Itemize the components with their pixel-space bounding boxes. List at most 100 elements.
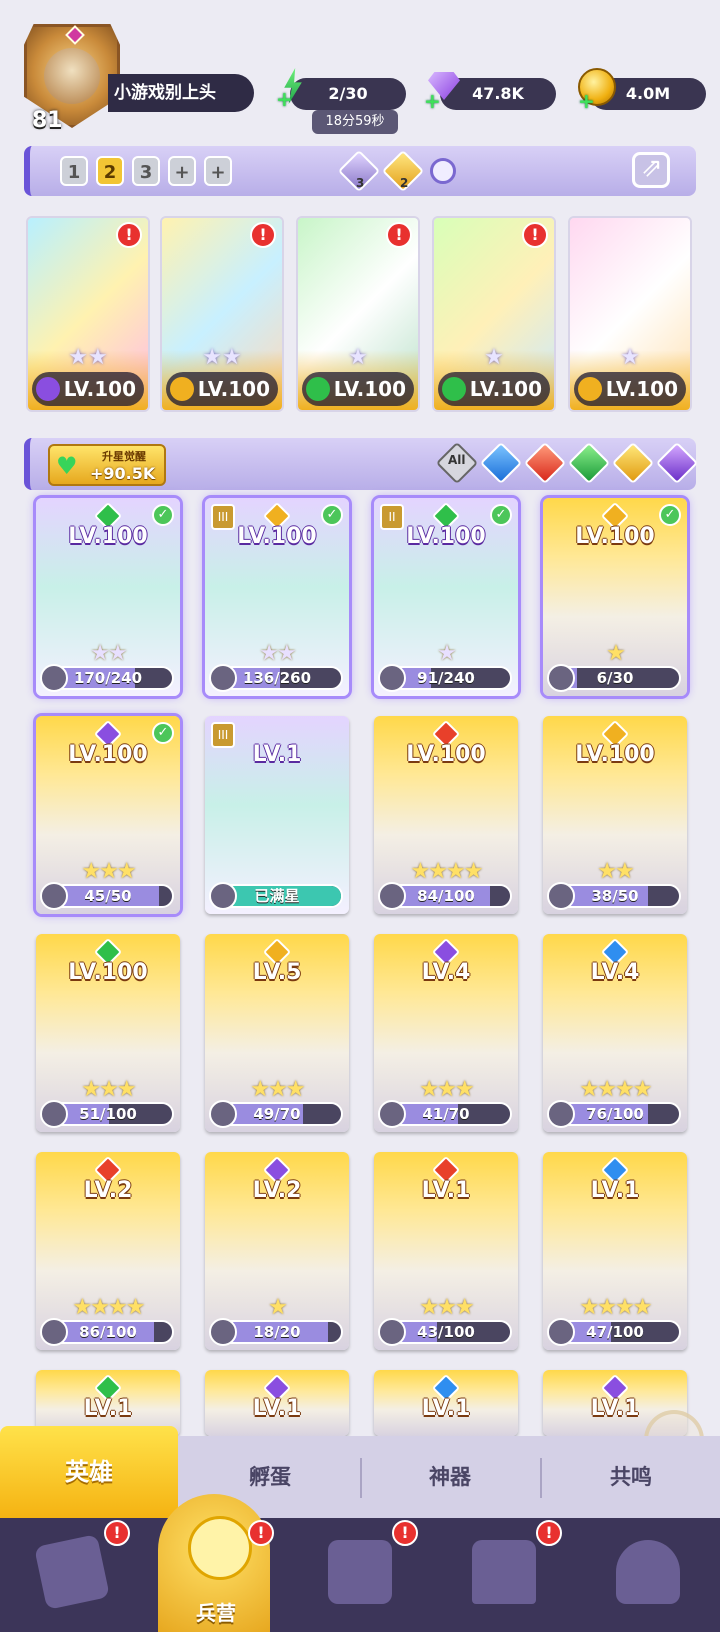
moon-element-icon [36, 377, 60, 401]
bottom-nav: ! ! 兵营 ! ! [0, 1494, 720, 1632]
shard-icon [378, 664, 406, 692]
nav-mushroom[interactable] [576, 1518, 720, 1632]
add-gem-icon[interactable]: + [424, 91, 441, 111]
hero-card[interactable]: LV.5 ★★★ 49/70 [205, 934, 349, 1132]
alert-badge-icon: ! [248, 1520, 274, 1546]
team-member-card[interactable]: ★ LV.100 ! [296, 216, 420, 412]
light-element-icon[interactable] [611, 441, 655, 485]
hero-level: LV.4 [590, 960, 640, 985]
hero-card[interactable]: LV.2 ★★★★ 86/100 [36, 1152, 180, 1350]
hero-card[interactable]: LV.4 ★★★ 41/70 [374, 934, 518, 1132]
shard-icon [209, 882, 237, 910]
magnifier-icon[interactable] [430, 158, 456, 184]
star-rating: ★ [484, 345, 504, 370]
share-button[interactable] [632, 152, 670, 188]
hero-card[interactable]: LV.4 ★★★★ 76/100 [543, 934, 687, 1132]
team-member-card[interactable]: ★ LV.100 ! [432, 216, 556, 412]
hero-level: LV.1 [421, 1396, 471, 1421]
nature-element-icon [306, 377, 330, 401]
light-element-icon [578, 377, 602, 401]
map-icon [328, 1540, 392, 1604]
hero-card[interactable]: LV.100 ★★ 38/50 [543, 716, 687, 914]
moon-element-icon[interactable] [655, 441, 699, 485]
gem-icon: + [424, 66, 464, 111]
team-tab-3[interactable]: 3 [132, 156, 160, 186]
shard-icon [40, 1100, 68, 1128]
alert-badge-icon: ! [250, 222, 276, 248]
hero-level: LV.100 [68, 524, 148, 549]
shard-icon [378, 1100, 406, 1128]
alert-badge-icon: ! [104, 1520, 130, 1546]
hero-level: LV.100 [68, 742, 148, 767]
hero-level: LV.5 [252, 960, 302, 985]
team-member-level: LV.100 [438, 372, 550, 406]
nav-map[interactable]: ! [288, 1518, 432, 1632]
star-rating: ★ [268, 1295, 288, 1320]
star-rating: ★★★★ [410, 859, 484, 884]
hero-card[interactable]: LV.1 [374, 1370, 518, 1436]
alert-badge-icon: ! [536, 1520, 562, 1546]
team-member-card[interactable]: ★ LV.100 [568, 216, 692, 412]
team-member-card[interactable]: ★★ LV.100 ! [26, 216, 150, 412]
star-rating: ★★★ [419, 1295, 474, 1320]
hero-card[interactable]: LV.100 ★★★★ 84/100 [374, 716, 518, 914]
awaken-title: 升星觉醒 [102, 450, 146, 463]
player-name[interactable]: 小游戏别上头 [108, 74, 254, 112]
hero-level: LV.100 [575, 524, 655, 549]
star-rating: ★ [348, 345, 368, 370]
water-element-icon[interactable] [479, 441, 523, 485]
hero-card[interactable]: LV.100 ★★★ 51/100 [36, 934, 180, 1132]
hero-level: LV.100 [406, 742, 486, 767]
shard-icon [209, 1318, 237, 1346]
hero-card[interactable]: LV.1 ★★★ 43/100 [374, 1152, 518, 1350]
star-rating: ★ [606, 641, 626, 666]
team-tab-1[interactable]: 1 [60, 156, 88, 186]
tab-artifacts[interactable]: 神器 [362, 1436, 538, 1518]
barracks-icon [188, 1516, 252, 1580]
star-rating: ★★ [90, 641, 127, 666]
hero-level: LV.1 [590, 1178, 640, 1203]
hero-card[interactable]: LV.1 [205, 1370, 349, 1436]
cards-icon [34, 1534, 110, 1610]
team-member-level: LV.100 [302, 372, 414, 406]
shard-icon [378, 882, 406, 910]
alert-badge-icon: ! [522, 222, 548, 248]
add-team-tab[interactable]: + [168, 156, 196, 186]
hero-card[interactable]: II ✓ LV.100 ★ 91/240 [374, 498, 518, 696]
add-team-tab[interactable]: + [204, 156, 232, 186]
awaken-button[interactable]: ♥ 升星觉醒 +90.5K [48, 444, 166, 486]
mushroom-icon [616, 1540, 680, 1604]
add-energy-icon[interactable]: + [276, 89, 293, 109]
hero-card[interactable]: III LV.1 已满星 [205, 716, 349, 914]
nav-cards[interactable]: ! [0, 1518, 144, 1632]
team-tab-2[interactable]: 2 [96, 156, 124, 186]
nature-element-icon[interactable] [567, 441, 611, 485]
hero-card[interactable]: LV.2 ★ 18/20 [205, 1152, 349, 1350]
player-level: 81 [32, 108, 63, 133]
nav-barracks[interactable]: ! 兵营 [144, 1494, 288, 1632]
hero-card[interactable]: ✓ LV.100 ★ 6/30 [543, 498, 687, 696]
hero-card[interactable]: ✓ LV.100 ★★ 170/240 [36, 498, 180, 696]
shard-icon [547, 882, 575, 910]
hero-card[interactable]: III ✓ LV.100 ★★ 136/260 [205, 498, 349, 696]
fire-element-icon[interactable] [523, 441, 567, 485]
tab-resonance[interactable]: 共鸣 [542, 1436, 720, 1518]
nav-castle[interactable]: ! [432, 1518, 576, 1632]
hero-card[interactable]: LV.1 ★★★★ 47/100 [543, 1152, 687, 1350]
filter-all-label: All [448, 453, 466, 467]
hero-level: LV.1 [421, 1178, 471, 1203]
shard-icon [40, 664, 68, 692]
check-icon: ✓ [321, 504, 343, 526]
team-member-level: LV.100 [574, 372, 686, 406]
gold-coin-icon: + [574, 66, 616, 111]
shard-icon [209, 1100, 237, 1128]
star-rating: ★★★ [419, 1077, 474, 1102]
add-gold-icon[interactable]: + [578, 91, 595, 111]
team-member-level: LV.100 [166, 372, 278, 406]
hero-level: LV.1 [252, 742, 302, 767]
team-member-card[interactable]: ★★ LV.100 ! [160, 216, 284, 412]
hero-level: LV.100 [68, 960, 148, 985]
sub-tabs: 英雄 孵蛋 神器 共鸣 [0, 1426, 720, 1518]
star-rating: ★ [620, 345, 640, 370]
hero-card[interactable]: ✓ LV.100 ★★★ 45/50 [36, 716, 180, 914]
